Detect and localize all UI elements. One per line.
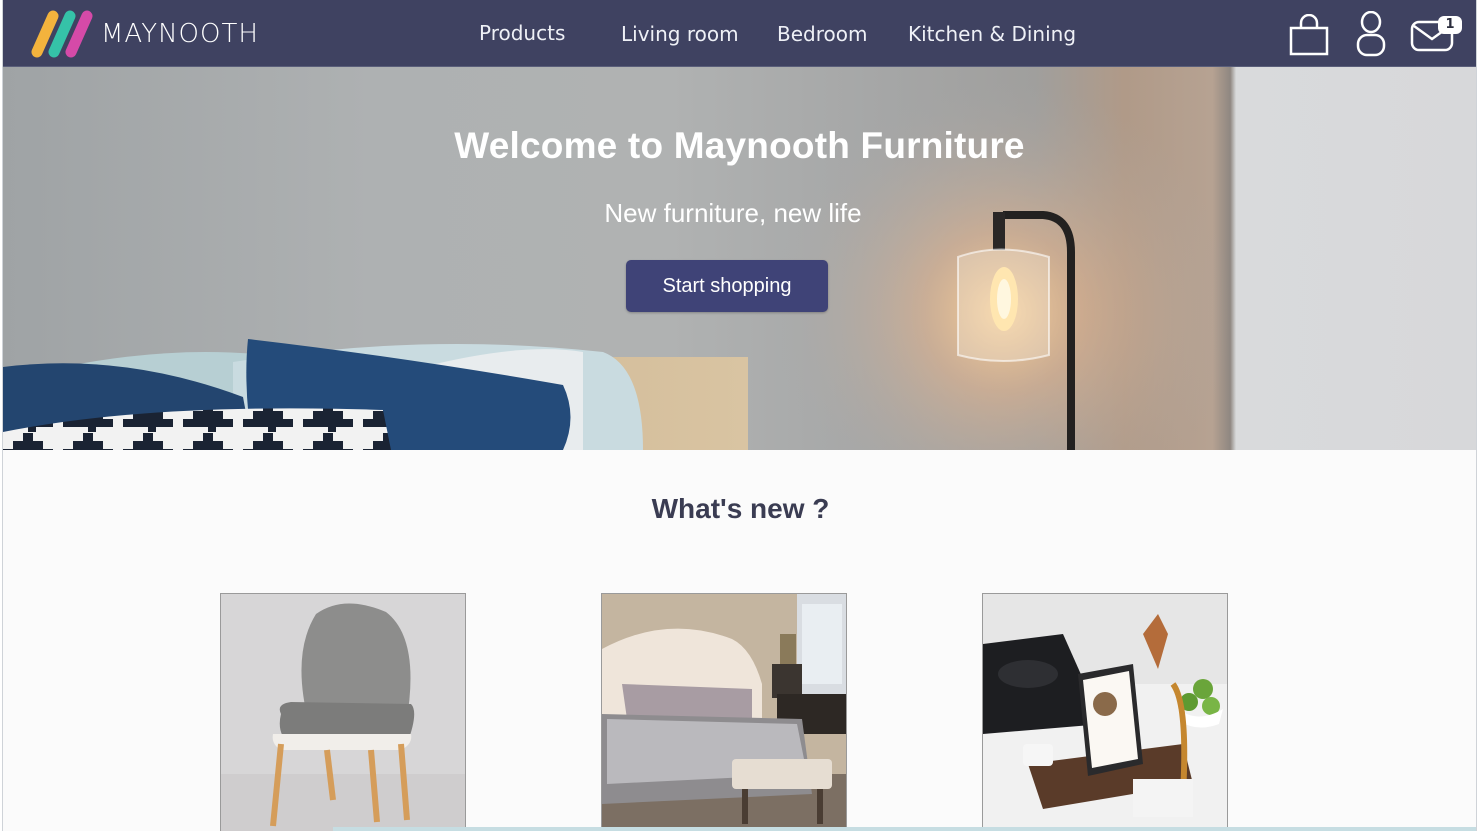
whats-new-heading: What's new ? <box>651 493 830 524</box>
hero-banner: Welcome to Maynooth Furniture New furnit… <box>3 67 1476 450</box>
product-card-kitchen[interactable] <box>982 593 1228 831</box>
product-card-bed[interactable] <box>601 593 847 831</box>
brand-logo[interactable]: MAYNOOTH <box>27 10 272 58</box>
hero-subtitle: New furniture, new life <box>604 198 862 228</box>
nav-living-room[interactable]: Living room <box>621 22 739 46</box>
message-count-badge: 1 <box>1438 16 1462 34</box>
logo-mark-icon <box>31 10 93 58</box>
kitchen-tablet-image <box>983 594 1227 831</box>
start-shopping-button[interactable]: Start shopping <box>626 260 828 312</box>
horizontal-scrollbar[interactable] <box>333 827 1476 831</box>
page-frame: MAYNOOTH Products Living room Bedroom Ki… <box>2 0 1477 831</box>
nav-products[interactable]: Products <box>479 21 565 45</box>
user-icon[interactable] <box>1356 11 1386 57</box>
nav-bedroom[interactable]: Bedroom <box>777 22 867 46</box>
brand-name: MAYNOOTH <box>101 19 259 49</box>
hero-title: Welcome to Maynooth Furniture <box>454 125 1025 166</box>
shopping-bag-icon[interactable] <box>1288 14 1330 56</box>
product-card-chair[interactable] <box>220 593 466 831</box>
nav-icon-group: 1 <box>1278 0 1476 67</box>
nav-kitchen-dining[interactable]: Kitchen & Dining <box>908 22 1076 46</box>
top-navbar: MAYNOOTH Products Living room Bedroom Ki… <box>3 0 1476 67</box>
tufted-bed-image <box>602 594 846 831</box>
armchair-image <box>221 594 465 831</box>
